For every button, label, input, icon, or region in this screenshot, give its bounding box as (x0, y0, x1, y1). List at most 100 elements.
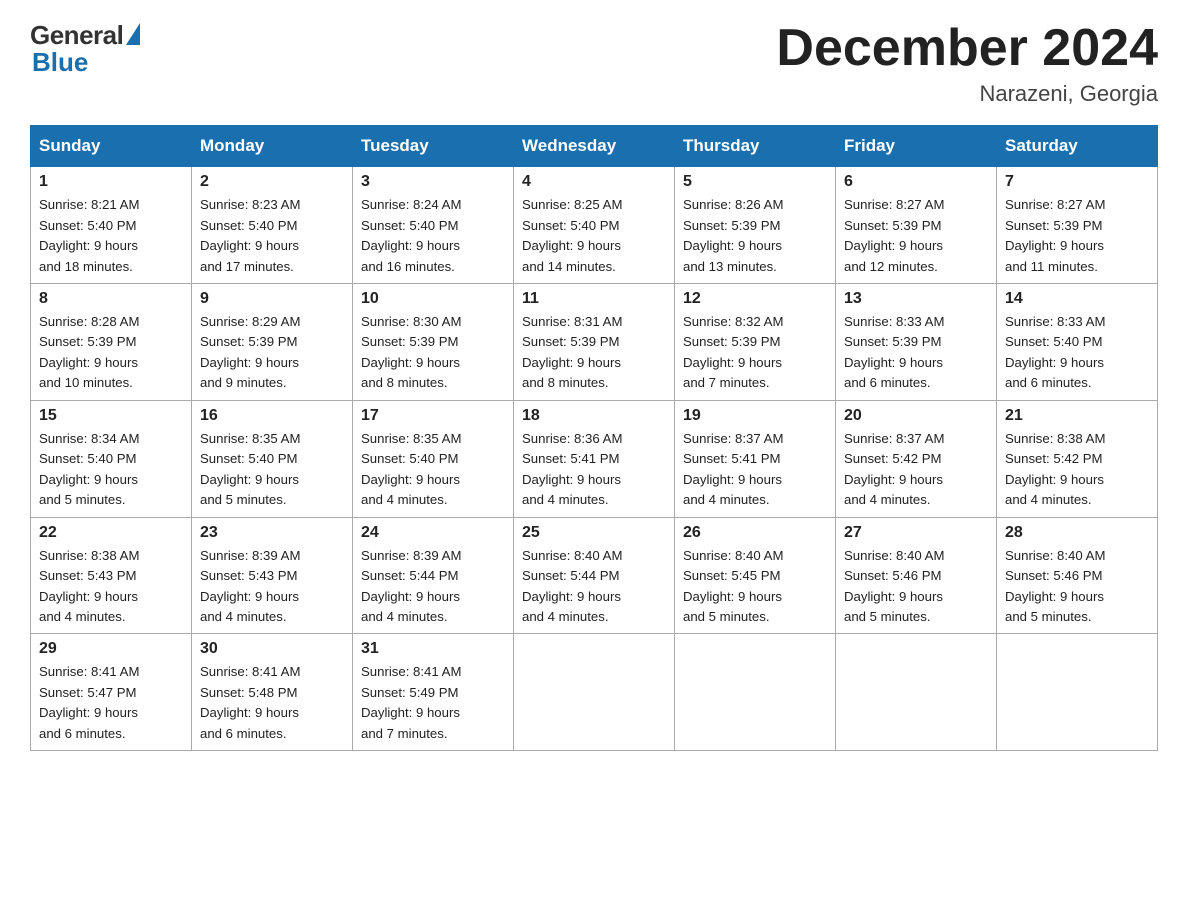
day-number: 13 (844, 290, 988, 308)
day-number: 18 (522, 407, 666, 425)
day-info: Sunrise: 8:40 AM Sunset: 5:46 PM Dayligh… (1005, 546, 1149, 628)
day-number: 29 (39, 640, 183, 658)
day-info: Sunrise: 8:40 AM Sunset: 5:45 PM Dayligh… (683, 546, 827, 628)
day-number: 20 (844, 407, 988, 425)
day-info: Sunrise: 8:30 AM Sunset: 5:39 PM Dayligh… (361, 312, 505, 394)
page-header: General Blue December 2024 Narazeni, Geo… (30, 20, 1158, 107)
table-row: 28Sunrise: 8:40 AM Sunset: 5:46 PM Dayli… (997, 517, 1158, 634)
table-row (675, 634, 836, 751)
day-info: Sunrise: 8:21 AM Sunset: 5:40 PM Dayligh… (39, 195, 183, 277)
day-number: 4 (522, 173, 666, 191)
table-row: 8 Sunrise: 8:28 AM Sunset: 5:39 PM Daylig… (31, 284, 192, 401)
logo: General Blue (30, 20, 140, 78)
day-info: Sunrise: 8:31 AM Sunset: 5:39 PM Dayligh… (522, 312, 666, 394)
day-info: Sunrise: 8:26 AM Sunset: 5:39 PM Dayligh… (683, 195, 827, 277)
day-info: Sunrise: 8:41 AM Sunset: 5:49 PM Dayligh… (361, 662, 505, 744)
day-number: 10 (361, 290, 505, 308)
table-row: 18 Sunrise: 8:36 AM Sunset: 5:41 PM Dayli… (514, 400, 675, 517)
day-info: Sunrise: 8:24 AM Sunset: 5:40 PM Dayligh… (361, 195, 505, 277)
table-row: 10 Sunrise: 8:30 AM Sunset: 5:39 PM Dayli… (353, 284, 514, 401)
day-info: Sunrise: 8:29 AM Sunset: 5:39 PM Dayligh… (200, 312, 344, 394)
day-number: 1 (39, 173, 183, 191)
day-info: Sunrise: 8:40 AM Sunset: 5:46 PM Dayligh… (844, 546, 988, 628)
day-number: 25 (522, 524, 666, 542)
table-row: 20 Sunrise: 8:37 AM Sunset: 5:42 PM Dayli… (836, 400, 997, 517)
table-row (836, 634, 997, 751)
day-info: Sunrise: 8:25 AM Sunset: 5:40 PM Dayligh… (522, 195, 666, 277)
day-number: 3 (361, 173, 505, 191)
day-info: Sunrise: 8:39 AM Sunset: 5:43 PM Dayligh… (200, 546, 344, 628)
table-row: 23 Sunrise: 8:39 AM Sunset: 5:43 PM Dayli… (192, 517, 353, 634)
calendar-header-row: Sunday Monday Tuesday Wednesday Thursday… (31, 126, 1158, 167)
day-number: 27 (844, 524, 988, 542)
logo-triangle-icon (126, 23, 140, 45)
day-number: 15 (39, 407, 183, 425)
table-row: 1 Sunrise: 8:21 AM Sunset: 5:40 PM Daylig… (31, 167, 192, 284)
day-info: Sunrise: 8:39 AM Sunset: 5:44 PM Dayligh… (361, 546, 505, 628)
table-row (514, 634, 675, 751)
title-area: December 2024 Narazeni, Georgia (776, 20, 1158, 107)
header-tuesday: Tuesday (353, 126, 514, 167)
day-info: Sunrise: 8:33 AM Sunset: 5:40 PM Dayligh… (1005, 312, 1149, 394)
day-info: Sunrise: 8:23 AM Sunset: 5:40 PM Dayligh… (200, 195, 344, 277)
table-row: 2 Sunrise: 8:23 AM Sunset: 5:40 PM Daylig… (192, 167, 353, 284)
header-saturday: Saturday (997, 126, 1158, 167)
day-number: 21 (1005, 407, 1149, 425)
day-number: 17 (361, 407, 505, 425)
day-info: Sunrise: 8:27 AM Sunset: 5:39 PM Dayligh… (1005, 195, 1149, 277)
day-number: 2 (200, 173, 344, 191)
calendar-week-row: 1 Sunrise: 8:21 AM Sunset: 5:40 PM Daylig… (31, 167, 1158, 284)
day-number: 23 (200, 524, 344, 542)
table-row: 4 Sunrise: 8:25 AM Sunset: 5:40 PM Daylig… (514, 167, 675, 284)
day-info: Sunrise: 8:35 AM Sunset: 5:40 PM Dayligh… (200, 429, 344, 511)
table-row: 15 Sunrise: 8:34 AM Sunset: 5:40 PM Dayli… (31, 400, 192, 517)
table-row: 13 Sunrise: 8:33 AM Sunset: 5:39 PM Dayli… (836, 284, 997, 401)
table-row: 7 Sunrise: 8:27 AM Sunset: 5:39 PM Daylig… (997, 167, 1158, 284)
day-info: Sunrise: 8:38 AM Sunset: 5:42 PM Dayligh… (1005, 429, 1149, 511)
table-row: 22Sunrise: 8:38 AM Sunset: 5:43 PM Dayli… (31, 517, 192, 634)
day-number: 14 (1005, 290, 1149, 308)
table-row: 24 Sunrise: 8:39 AM Sunset: 5:44 PM Dayli… (353, 517, 514, 634)
day-info: Sunrise: 8:38 AM Sunset: 5:43 PM Dayligh… (39, 546, 183, 628)
day-info: Sunrise: 8:37 AM Sunset: 5:42 PM Dayligh… (844, 429, 988, 511)
day-info: Sunrise: 8:33 AM Sunset: 5:39 PM Dayligh… (844, 312, 988, 394)
day-number: 7 (1005, 173, 1149, 191)
table-row: 27 Sunrise: 8:40 AM Sunset: 5:46 PM Dayli… (836, 517, 997, 634)
header-friday: Friday (836, 126, 997, 167)
table-row: 9Sunrise: 8:29 AM Sunset: 5:39 PM Daylig… (192, 284, 353, 401)
table-row: 6Sunrise: 8:27 AM Sunset: 5:39 PM Daylig… (836, 167, 997, 284)
day-number: 8 (39, 290, 183, 308)
day-number: 5 (683, 173, 827, 191)
calendar-week-row: 22Sunrise: 8:38 AM Sunset: 5:43 PM Dayli… (31, 517, 1158, 634)
table-row: 5 Sunrise: 8:26 AM Sunset: 5:39 PM Daylig… (675, 167, 836, 284)
day-info: Sunrise: 8:40 AM Sunset: 5:44 PM Dayligh… (522, 546, 666, 628)
day-info: Sunrise: 8:27 AM Sunset: 5:39 PM Dayligh… (844, 195, 988, 277)
day-number: 11 (522, 290, 666, 308)
table-row: 29Sunrise: 8:41 AM Sunset: 5:47 PM Dayli… (31, 634, 192, 751)
month-title: December 2024 (776, 20, 1158, 77)
day-number: 26 (683, 524, 827, 542)
table-row: 25 Sunrise: 8:40 AM Sunset: 5:44 PM Dayli… (514, 517, 675, 634)
table-row: 30Sunrise: 8:41 AM Sunset: 5:48 PM Dayli… (192, 634, 353, 751)
calendar-table: Sunday Monday Tuesday Wednesday Thursday… (30, 125, 1158, 751)
header-sunday: Sunday (31, 126, 192, 167)
calendar-week-row: 29Sunrise: 8:41 AM Sunset: 5:47 PM Dayli… (31, 634, 1158, 751)
table-row: 14 Sunrise: 8:33 AM Sunset: 5:40 PM Dayli… (997, 284, 1158, 401)
day-number: 19 (683, 407, 827, 425)
table-row: 17Sunrise: 8:35 AM Sunset: 5:40 PM Dayli… (353, 400, 514, 517)
day-number: 16 (200, 407, 344, 425)
day-info: Sunrise: 8:34 AM Sunset: 5:40 PM Dayligh… (39, 429, 183, 511)
day-number: 31 (361, 640, 505, 658)
header-monday: Monday (192, 126, 353, 167)
day-info: Sunrise: 8:32 AM Sunset: 5:39 PM Dayligh… (683, 312, 827, 394)
day-number: 24 (361, 524, 505, 542)
table-row: 31 Sunrise: 8:41 AM Sunset: 5:49 PM Dayli… (353, 634, 514, 751)
table-row: 26 Sunrise: 8:40 AM Sunset: 5:45 PM Dayli… (675, 517, 836, 634)
table-row: 16 Sunrise: 8:35 AM Sunset: 5:40 PM Dayli… (192, 400, 353, 517)
table-row: 11 Sunrise: 8:31 AM Sunset: 5:39 PM Dayli… (514, 284, 675, 401)
day-info: Sunrise: 8:36 AM Sunset: 5:41 PM Dayligh… (522, 429, 666, 511)
day-info: Sunrise: 8:28 AM Sunset: 5:39 PM Dayligh… (39, 312, 183, 394)
day-number: 30 (200, 640, 344, 658)
calendar-week-row: 8 Sunrise: 8:28 AM Sunset: 5:39 PM Daylig… (31, 284, 1158, 401)
calendar-week-row: 15 Sunrise: 8:34 AM Sunset: 5:40 PM Dayli… (31, 400, 1158, 517)
